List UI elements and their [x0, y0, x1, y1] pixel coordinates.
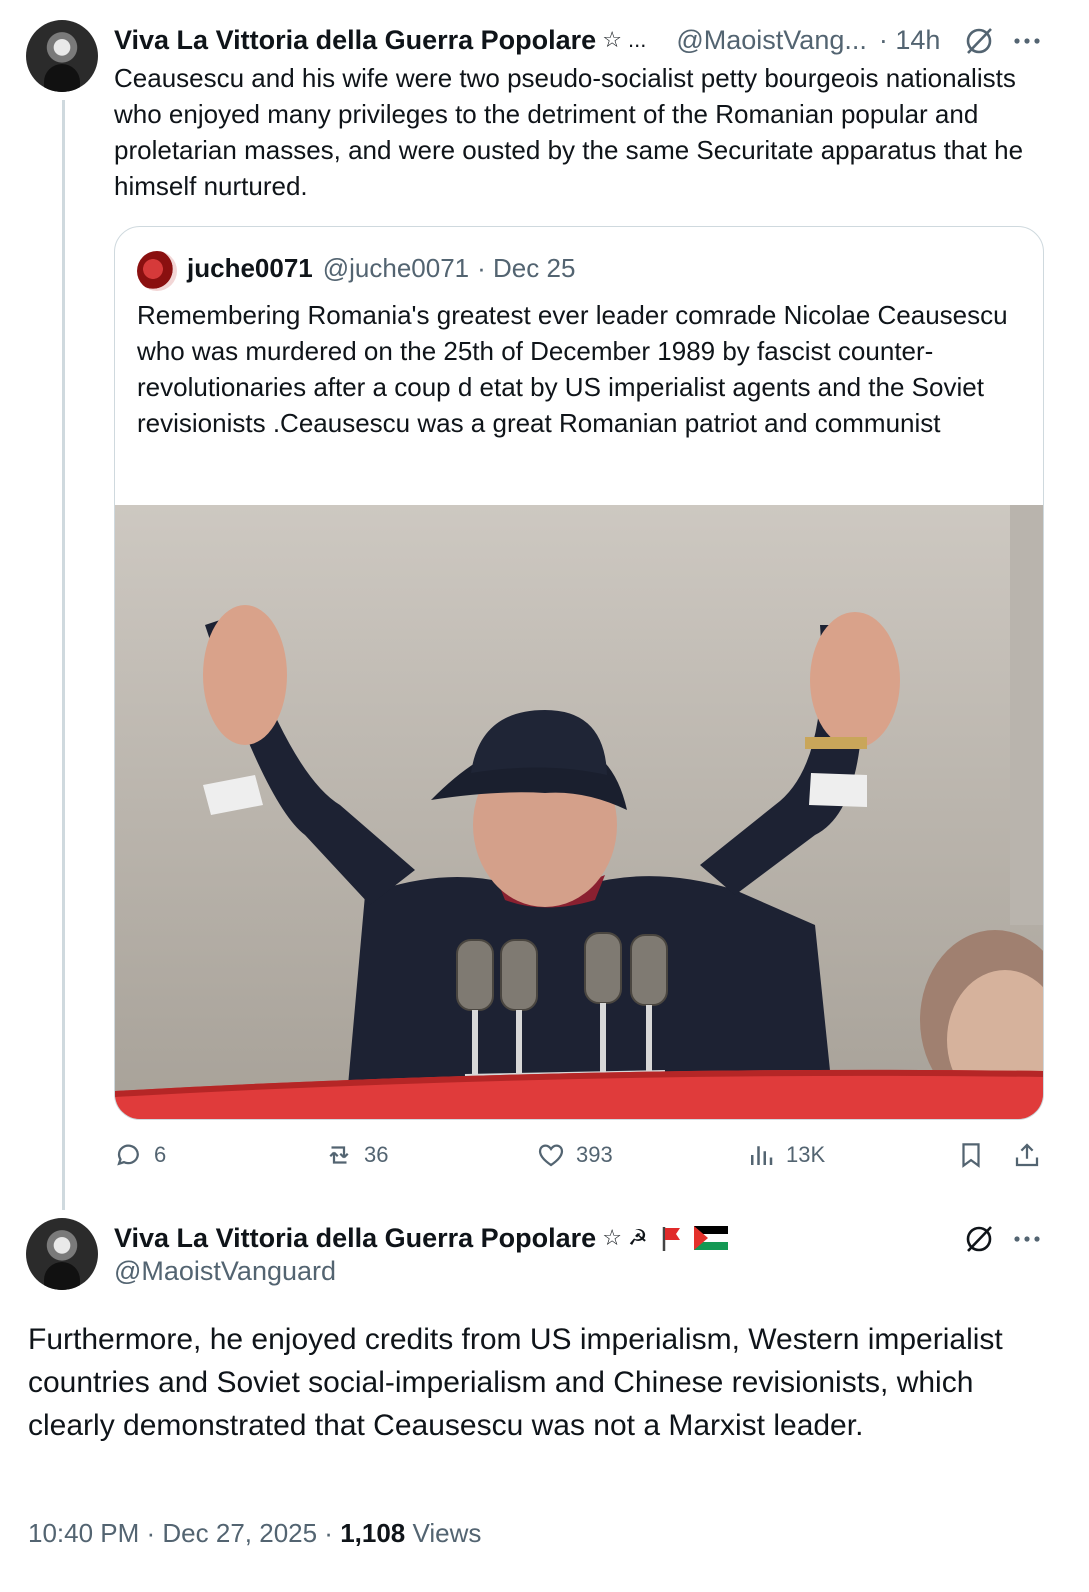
- avatar[interactable]: [26, 1218, 98, 1290]
- meta-separator: ·: [317, 1518, 341, 1548]
- heart-icon: [538, 1144, 564, 1167]
- meta-separator: ·: [139, 1518, 163, 1548]
- quote-header: juche0071 @juche0071 · Dec 25: [187, 253, 575, 284]
- repost-button[interactable]: 36: [324, 1140, 388, 1170]
- reply-count: 6: [154, 1142, 167, 1167]
- views-count: 13K: [786, 1142, 826, 1167]
- like-button[interactable]: 393: [536, 1140, 613, 1170]
- quoted-tweet-photo[interactable]: [115, 505, 1043, 1119]
- name-suffix: ☆ ...: [602, 27, 647, 52]
- views-label: Views: [405, 1518, 482, 1548]
- post-date[interactable]: Dec 27, 2025: [162, 1518, 317, 1548]
- like-count: 393: [576, 1142, 613, 1167]
- quote-handle[interactable]: @juche0071: [323, 253, 469, 284]
- quote-date[interactable]: · Dec 25: [477, 253, 575, 284]
- timestamp[interactable]: · 14h: [879, 25, 941, 56]
- name-suffix: ☆ ☭: [602, 1225, 648, 1250]
- red-flag-icon: [662, 1227, 680, 1251]
- quoted-tweet-card[interactable]: juche0071 @juche0071 · Dec 25 Rememberin…: [114, 226, 1044, 1120]
- more-options-icon[interactable]: [1012, 1224, 1042, 1254]
- quote-display-name[interactable]: juche0071: [187, 253, 313, 284]
- quote-avatar[interactable]: [137, 251, 177, 291]
- tweet-text: Ceausescu and his wife were two pseudo-s…: [114, 63, 1024, 201]
- tweet-meta: 10:40 PM · Dec 27, 2025 · 1,108 Views: [28, 1518, 481, 1549]
- display-name[interactable]: Viva La Vittoria della Guerra Popolare: [114, 25, 596, 56]
- photo-illustration: [115, 505, 1043, 1119]
- quote-text: Remembering Romania's greatest ever lead…: [137, 300, 1008, 438]
- reply-icon: [117, 1144, 139, 1166]
- tweet-header: Viva La Vittoria della Guerra Popolare ☆…: [114, 20, 1044, 60]
- handle[interactable]: @MaoistVang...: [676, 25, 867, 56]
- grok-icon[interactable]: [962, 1222, 996, 1256]
- views-button[interactable]: 13K: [746, 1140, 825, 1170]
- bookmark-icon: [962, 1143, 980, 1168]
- thread-connector-line: [62, 100, 65, 1210]
- post-time[interactable]: 10:40 PM: [28, 1518, 139, 1548]
- grok-icon[interactable]: [962, 24, 996, 58]
- views-chart-icon: [751, 1146, 773, 1165]
- share-button[interactable]: [1012, 1140, 1042, 1170]
- tweet-text: Furthermore, he enjoyed credits from US …: [28, 1323, 1003, 1442]
- repost-count: 36: [364, 1142, 389, 1167]
- avatar[interactable]: [26, 20, 98, 92]
- handle[interactable]: @MaoistVanguard: [114, 1256, 336, 1287]
- bookmark-button[interactable]: [956, 1140, 986, 1170]
- display-name[interactable]: Viva La Vittoria della Guerra Popolare: [114, 1223, 596, 1254]
- views-count: 1,108: [340, 1518, 406, 1548]
- palestine-flag-icon: [693, 1226, 728, 1250]
- repost-icon: [329, 1146, 349, 1164]
- more-options-icon[interactable]: [1012, 26, 1042, 56]
- reply-button[interactable]: 6: [114, 1140, 166, 1170]
- action-bar: 6 36 393 13K: [114, 1140, 1044, 1180]
- tweet-header: Viva La Vittoria della Guerra Popolare ☆…: [114, 1218, 728, 1258]
- share-icon: [1015, 1143, 1039, 1167]
